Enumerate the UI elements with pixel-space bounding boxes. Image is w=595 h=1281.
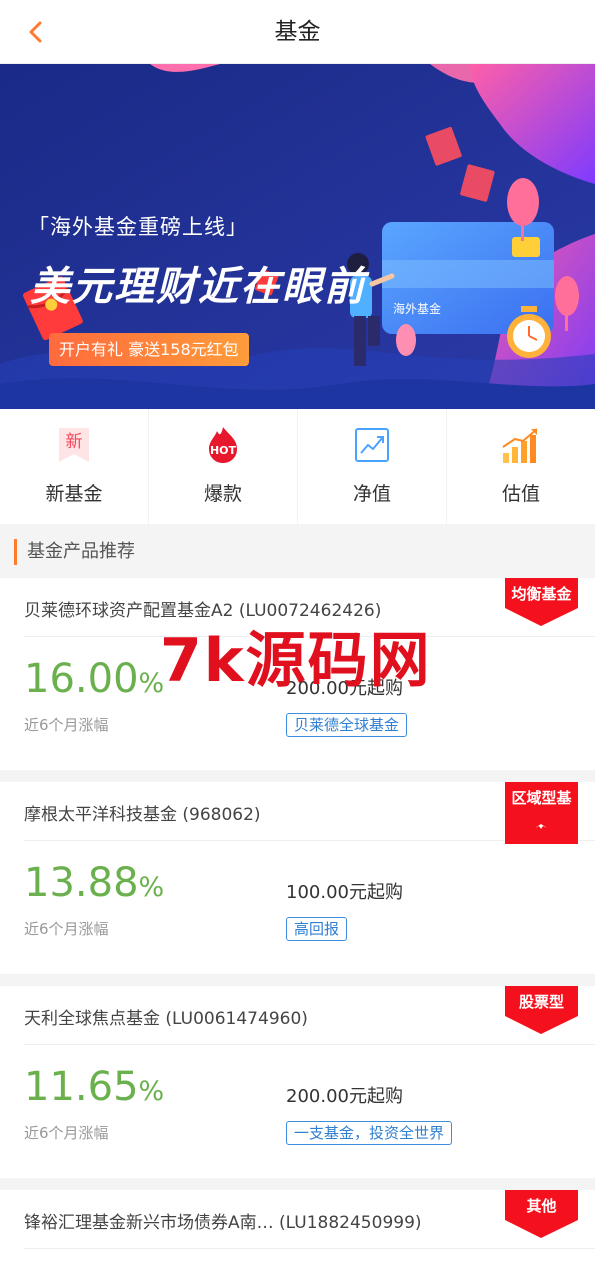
card-label: 海外基金: [393, 302, 442, 316]
svg-text:HOT: HOT: [210, 444, 237, 457]
fund-card[interactable]: 天利全球焦点基金 (LU0061474960) 11.65% 近6个月涨幅 20…: [0, 986, 595, 1178]
fund-tag: 一支基金，投资全世界: [286, 1121, 453, 1145]
header-bar: 基金: [0, 0, 595, 64]
fund-card[interactable]: 摩根太平洋科技基金 (968062) 13.88% 近6个月涨幅 100.00元…: [0, 782, 595, 974]
fund-min-purchase: 100.00元起购: [286, 882, 403, 903]
new-badge-icon: 新: [52, 423, 96, 467]
quick-nav: 新 新基金 HOT 爆款 净值 估值: [0, 409, 595, 524]
banner-promo-label: 开户有礼 豪送158元红包: [49, 333, 249, 366]
banner-title: 美元理财近在眼前: [30, 264, 366, 310]
section-title: 基金产品推荐: [14, 539, 135, 565]
fund-name: 天利全球焦点基金 (LU0061474960): [24, 1009, 308, 1029]
fund-name: 贝莱德环球资产配置基金A2 (LU0072462426): [24, 601, 382, 621]
fund-card[interactable]: 贝莱德环球资产配置基金A2 (LU0072462426) 16.00% 近6个月…: [0, 578, 595, 770]
banner-subtitle: 「海外基金重磅上线」: [28, 215, 248, 239]
nav-item-new-fund[interactable]: 新 新基金: [0, 409, 149, 524]
fund-card[interactable]: 锋裕汇理基金新兴市场债券A南… (LU1882450999) 其他: [0, 1190, 595, 1281]
fund-tag: 贝莱德全球基金: [286, 713, 408, 737]
fund-return-rate: 16.00%: [24, 656, 165, 702]
bar-chart-icon: [499, 423, 543, 467]
fund-return-rate: 13.88%: [24, 860, 165, 906]
nav-label-new-fund: 新基金: [45, 483, 103, 505]
fund-type-ribbon: 区域型基: [505, 782, 578, 844]
fund-tag: 高回报: [286, 917, 348, 941]
fund-type-ribbon: 均衡基金: [505, 578, 578, 628]
fund-return-label: 近6个月涨幅: [24, 716, 109, 734]
page-title: 基金: [274, 19, 321, 45]
fund-name: 锋裕汇理基金新兴市场债券A南… (LU1882450999): [24, 1213, 422, 1233]
fund-name: 摩根太平洋科技基金 (968062): [24, 805, 261, 825]
card-separator: [0, 974, 595, 986]
card-separator: [0, 770, 595, 782]
nav-item-estimate[interactable]: 估值: [447, 409, 595, 524]
line-chart-icon: [350, 423, 394, 467]
svg-text:新: 新: [66, 432, 83, 452]
nav-item-nav-value[interactable]: 净值: [298, 409, 447, 524]
card-separator: [0, 1178, 595, 1190]
nav-label-estimate: 估值: [501, 483, 540, 505]
fund-return-label: 近6个月涨幅: [24, 920, 109, 938]
fund-min-purchase: 200.00元起购: [286, 1086, 403, 1107]
nav-label-nav-value: 净值: [352, 483, 391, 505]
fund-return-rate: 11.65%: [24, 1064, 165, 1110]
fund-type-ribbon: 股票型: [505, 986, 578, 1036]
nav-item-hot[interactable]: HOT 爆款: [149, 409, 298, 524]
fund-return-label: 近6个月涨幅: [24, 1124, 109, 1142]
nav-label-hot: 爆款: [203, 483, 242, 505]
fund-min-purchase: 200.00元起购: [286, 678, 403, 699]
promo-banner[interactable]: 「海外基金重磅上线」 美元理财近在眼前 开户有礼 豪送158元红包 海外基金: [0, 64, 595, 409]
fund-type-ribbon: 其他: [505, 1190, 578, 1240]
hot-flame-icon: HOT: [201, 423, 245, 467]
divider: [24, 636, 595, 637]
divider: [24, 1248, 595, 1249]
divider: [24, 1044, 595, 1045]
